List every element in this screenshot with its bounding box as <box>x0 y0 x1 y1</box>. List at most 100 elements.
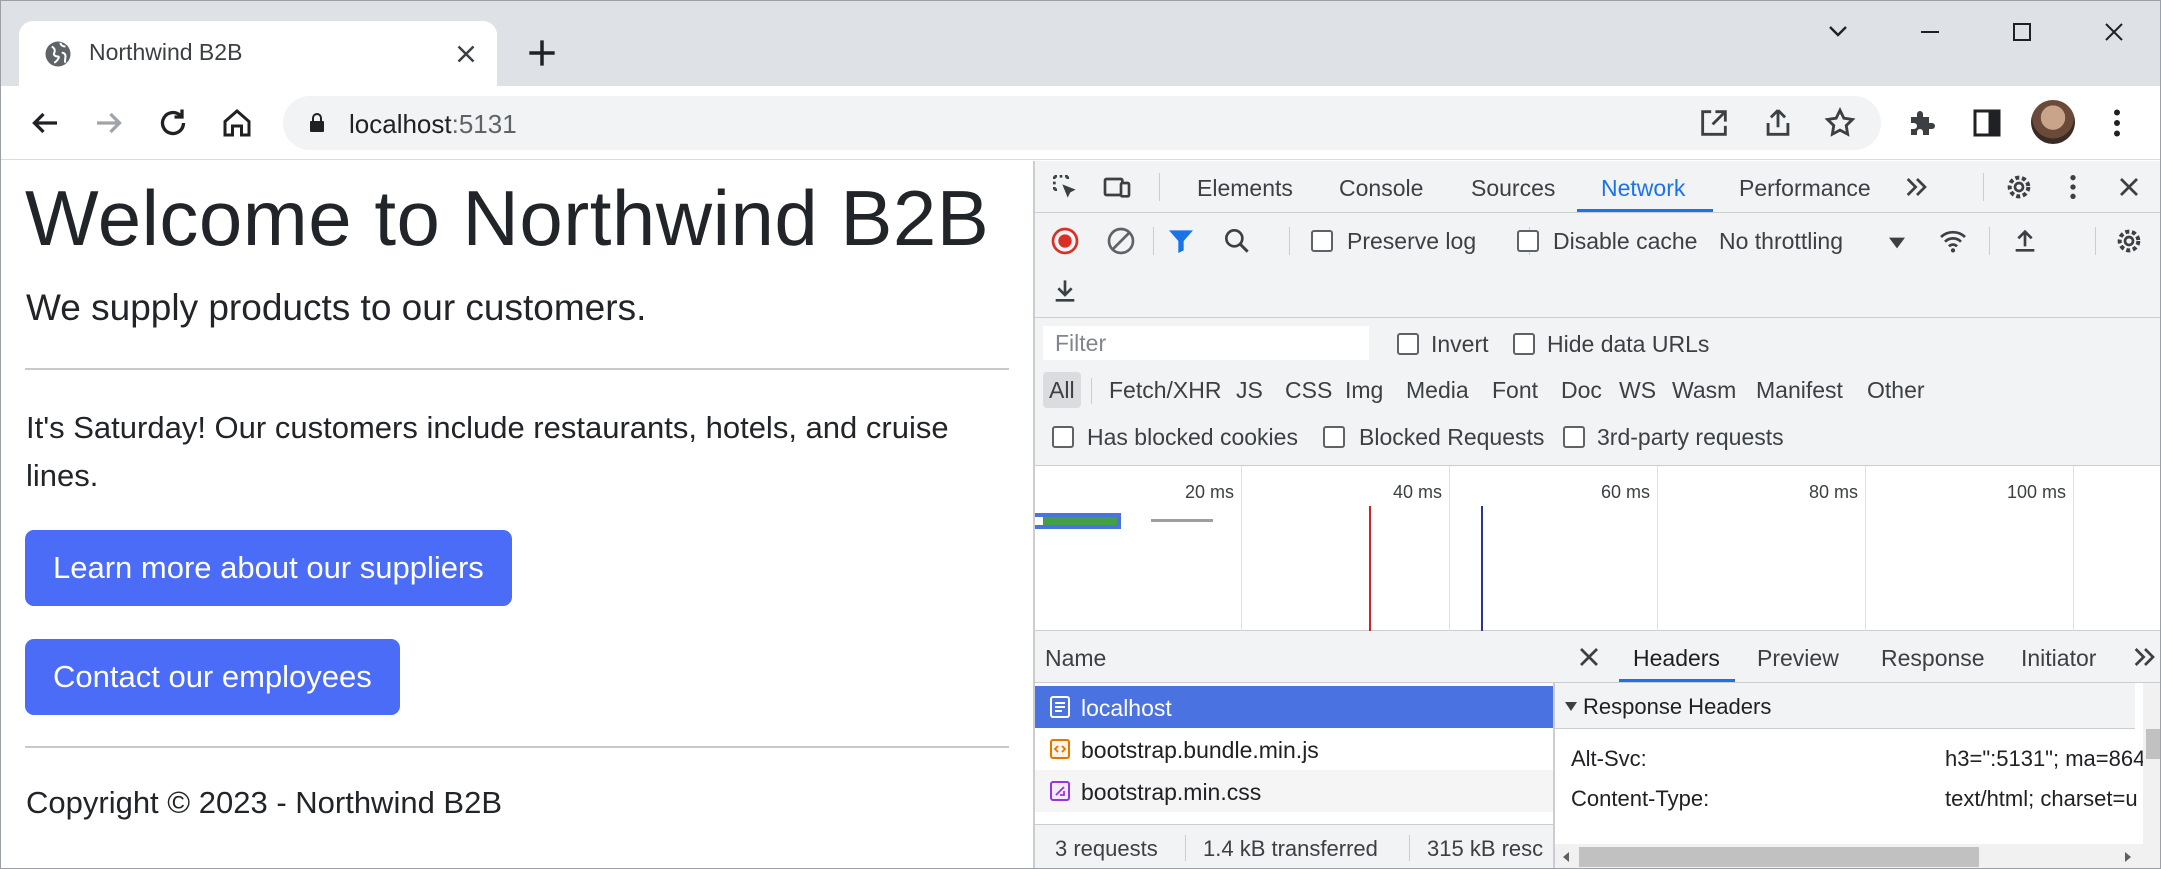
browser-window: Northwind B2B localhost:5131 Welcome to … <box>0 0 2161 869</box>
settings-gear-icon[interactable] <box>2003 171 2035 203</box>
browser-tab[interactable]: Northwind B2B <box>19 21 497 86</box>
lock-icon[interactable] <box>305 111 329 135</box>
requests-area: Name localhost bootstrap.bundle.min.js b… <box>1035 631 2161 868</box>
transferred-size: 1.4 kB transferred <box>1203 836 1378 861</box>
type-filter-ws[interactable]: WS <box>1613 372 1662 408</box>
tab-response[interactable]: Response <box>1881 645 1985 672</box>
timeline-grid-line <box>1865 466 1866 631</box>
request-row-bootstrap-js[interactable]: bootstrap.bundle.min.js <box>1035 728 1553 770</box>
type-filter-fetch-xhr[interactable]: Fetch/XHR <box>1103 372 1227 408</box>
type-filter-wasm[interactable]: Wasm <box>1666 372 1742 408</box>
separator <box>1289 227 1290 255</box>
has-blocked-cookies-label: Has blocked cookies <box>1087 424 1298 450</box>
network-conditions-icon[interactable] <box>1937 225 1969 257</box>
minimize-icon[interactable] <box>1905 15 1955 49</box>
has-blocked-cookies-checkbox[interactable] <box>1052 426 1074 448</box>
employees-button[interactable]: Contact our employees <box>25 639 400 715</box>
back-arrow-icon[interactable] <box>27 105 63 141</box>
tab-sources[interactable]: Sources <box>1471 175 1555 202</box>
tab-preview[interactable]: Preview <box>1757 645 1839 672</box>
third-party-requests-label: 3rd-party requests <box>1597 424 1784 450</box>
close-tab-icon[interactable] <box>451 39 481 69</box>
address-bar[interactable]: localhost:5131 <box>283 96 1881 150</box>
type-filter-manifest[interactable]: Manifest <box>1750 372 1849 408</box>
type-filter-font[interactable]: Font <box>1486 372 1544 408</box>
throttling-select[interactable]: No throttling <box>1719 228 1843 255</box>
type-filter-all[interactable]: All <box>1043 372 1081 408</box>
name-column-header[interactable]: Name <box>1035 631 1555 683</box>
more-details-tabs-chevron-icon[interactable] <box>2129 641 2161 673</box>
network-toolbar: Preserve log Disable cache No throttling <box>1035 213 2160 318</box>
open-in-new-window-icon[interactable] <box>1697 106 1731 140</box>
type-filter-media[interactable]: Media <box>1400 372 1475 408</box>
request-details-panel: Headers Preview Response Initiator Respo… <box>1555 631 2161 868</box>
type-filter-other[interactable]: Other <box>1861 372 1931 408</box>
network-overview-timeline[interactable]: 20 ms 40 ms 60 ms 80 ms 100 ms <box>1035 466 2160 631</box>
name-column-label: Name <box>1045 645 1107 671</box>
close-window-icon[interactable] <box>2089 15 2139 49</box>
forward-arrow-icon[interactable] <box>91 105 127 141</box>
horizontal-scroll-thumb[interactable] <box>1579 847 1979 867</box>
timeline-tick-label: 20 ms <box>1185 482 1235 502</box>
tab-performance[interactable]: Performance <box>1739 175 1871 202</box>
hide-data-urls-checkbox[interactable] <box>1513 333 1535 355</box>
close-details-icon[interactable] <box>1573 641 1605 673</box>
timeline-request-bar-2 <box>1151 519 1213 522</box>
browser-menu-icon[interactable] <box>2099 105 2135 141</box>
tab-headers[interactable]: Headers <box>1633 645 1720 672</box>
extensions-puzzle-icon[interactable] <box>1905 105 1941 141</box>
vertical-scroll-thumb[interactable] <box>2146 729 2160 759</box>
scroll-right-arrow-icon[interactable] <box>2121 850 2135 864</box>
page-heading: Welcome to Northwind B2B <box>25 174 990 262</box>
timeline-grid-line <box>2073 466 2074 631</box>
response-headers-section[interactable]: Response Headers <box>1555 683 2135 729</box>
scroll-left-arrow-icon[interactable] <box>1559 850 1573 864</box>
export-har-download-icon[interactable] <box>1049 275 1081 307</box>
url-text[interactable]: localhost:5131 <box>349 109 517 140</box>
type-filter-css[interactable]: CSS <box>1279 372 1338 408</box>
type-filter-js[interactable]: JS <box>1230 372 1269 408</box>
tab-initiator[interactable]: Initiator <box>2021 645 2096 672</box>
profile-avatar[interactable] <box>2031 100 2075 144</box>
tab-network[interactable]: Network <box>1601 175 1685 202</box>
separator <box>1153 227 1154 255</box>
close-devtools-icon[interactable] <box>2113 171 2145 203</box>
collapse-triangle-icon[interactable] <box>1563 698 1579 714</box>
type-filter-doc[interactable]: Doc <box>1555 372 1608 408</box>
new-tab-icon[interactable] <box>523 34 561 72</box>
third-party-requests-checkbox[interactable] <box>1563 426 1585 448</box>
side-panel-icon[interactable] <box>1969 105 2005 141</box>
suppliers-button[interactable]: Learn more about our suppliers <box>25 530 512 606</box>
horizontal-scrollbar[interactable] <box>1555 844 2143 868</box>
invert-checkbox[interactable] <box>1397 333 1419 355</box>
preserve-log-checkbox[interactable] <box>1311 230 1333 252</box>
reload-icon[interactable] <box>155 105 191 141</box>
bookmark-star-icon[interactable] <box>1823 106 1857 140</box>
tab-elements[interactable]: Elements <box>1197 175 1293 202</box>
tab-console[interactable]: Console <box>1339 175 1423 202</box>
import-har-upload-icon[interactable] <box>2009 225 2041 257</box>
record-stop-icon[interactable] <box>1049 225 1081 257</box>
filter-input[interactable] <box>1043 326 1369 360</box>
filter-funnel-icon[interactable] <box>1165 225 1197 257</box>
throttling-dropdown-icon[interactable] <box>1881 227 1913 259</box>
type-filter-img[interactable]: Img <box>1339 372 1389 408</box>
blocked-requests-checkbox[interactable] <box>1323 426 1345 448</box>
clear-log-icon[interactable] <box>1105 225 1137 257</box>
inspect-element-icon[interactable] <box>1049 171 1081 203</box>
share-icon[interactable] <box>1761 106 1795 140</box>
search-icon[interactable] <box>1221 225 1253 257</box>
maximize-icon[interactable] <box>1997 15 2047 49</box>
device-toolbar-icon[interactable] <box>1101 171 1133 203</box>
network-settings-gear-icon[interactable] <box>2113 225 2145 257</box>
tab-search-chevron-icon[interactable] <box>1813 15 1863 49</box>
request-row-localhost[interactable]: localhost <box>1035 686 1553 728</box>
filter-box[interactable] <box>1043 326 1369 360</box>
vertical-scrollbar[interactable] <box>2143 683 2160 868</box>
request-row-bootstrap-css[interactable]: bootstrap.min.css <box>1035 770 1553 812</box>
more-tabs-chevron-icon[interactable] <box>1901 171 1933 203</box>
separator <box>1185 835 1186 861</box>
home-icon[interactable] <box>219 105 255 141</box>
devtools-menu-icon[interactable] <box>2057 171 2089 203</box>
disable-cache-checkbox[interactable] <box>1517 230 1539 252</box>
